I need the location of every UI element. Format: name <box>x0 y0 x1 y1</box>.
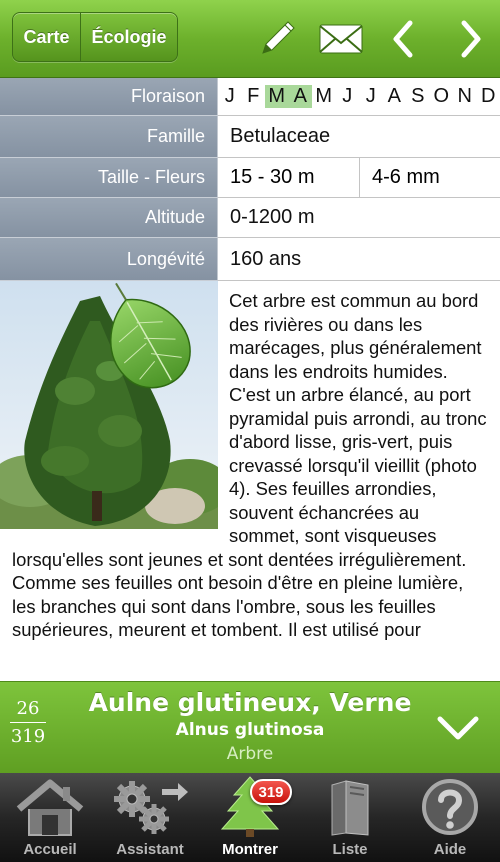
chevron-right-icon[interactable] <box>446 14 496 64</box>
species-header: 26 319 Aulne glutineux, Verne Alnus glut… <box>0 681 500 773</box>
pencil-icon[interactable] <box>252 14 302 64</box>
chevron-left-icon[interactable] <box>378 14 428 64</box>
month-8: A <box>387 85 401 107</box>
tab-accueil-label: Accueil <box>23 841 77 858</box>
month-11: N <box>457 85 472 107</box>
tab-bar: Accueil Assistant 319 Montrer Liste Aide <box>0 773 500 862</box>
tab-montrer-label: Montrer <box>222 841 278 858</box>
tab-accueil[interactable]: Accueil <box>0 773 100 862</box>
tab-aide[interactable]: Aide <box>400 773 500 862</box>
species-type: Arbre <box>226 744 274 764</box>
taille-value: 15 - 30 m <box>218 158 360 198</box>
help-icon <box>400 773 500 837</box>
species-total: 319 <box>10 726 46 747</box>
fleurs-value: 4-6 mm <box>360 158 500 198</box>
species-index: 26 <box>16 698 40 719</box>
famille-value: Betulaceae <box>218 116 500 158</box>
books-icon <box>300 773 400 837</box>
segment-carte-button[interactable]: Carte <box>13 13 81 61</box>
taille-row: Taille - Fleurs 15 - 30 m 4-6 mm <box>0 158 500 198</box>
gears-icon <box>100 773 200 837</box>
longevite-label: Longévité <box>0 238 218 281</box>
tab-aide-label: Aide <box>433 841 467 858</box>
top-toolbar: Carte Écologie <box>0 0 500 78</box>
species-counter: 26 319 <box>10 698 46 747</box>
month-10: O <box>433 85 450 107</box>
description-text: Cet arbre est commun au bord des rivière… <box>0 289 500 681</box>
floraison-label: Floraison <box>0 78 218 116</box>
species-common-name: Aulne glutineux, Verne <box>88 688 412 717</box>
floraison-row: Floraison JFMAMJJASOND <box>0 78 500 116</box>
taille-label: Taille - Fleurs <box>0 158 218 198</box>
famille-row: Famille Betulaceae <box>0 116 500 158</box>
envelope-icon[interactable] <box>316 14 366 64</box>
longevite-value: 160 ans <box>218 238 500 281</box>
tab-assistant-label: Assistant <box>116 841 184 858</box>
month-4: A <box>288 85 312 108</box>
tab-liste-label: Liste <box>332 841 368 858</box>
species-latin-name: Alnus glutinosa <box>175 720 325 740</box>
month-9: S <box>411 85 425 107</box>
tab-liste[interactable]: Liste <box>300 773 400 862</box>
view-segmented-control: Carte Écologie <box>12 12 178 62</box>
month-7: J <box>365 85 376 107</box>
altitude-value: 0-1200 m <box>218 198 500 238</box>
month-6: J <box>342 85 353 107</box>
month-12: D <box>481 85 496 107</box>
flowering-months: JFMAMJJASOND <box>218 78 500 116</box>
house-icon <box>0 773 100 837</box>
tab-assistant[interactable]: Assistant <box>100 773 200 862</box>
segment-ecologie-button[interactable]: Écologie <box>81 13 177 61</box>
altitude-label: Altitude <box>0 198 218 238</box>
month-5: M <box>315 85 333 107</box>
longevite-row: Longévité 160 ans <box>0 238 500 281</box>
month-2: F <box>247 85 260 107</box>
chevron-down-icon[interactable] <box>434 706 482 750</box>
tab-montrer[interactable]: 319 Montrer <box>200 773 300 862</box>
month-1: J <box>224 85 235 107</box>
month-3: M <box>265 85 289 108</box>
famille-label: Famille <box>0 116 218 158</box>
montrer-count-badge: 319 <box>250 779 292 805</box>
altitude-row: Altitude 0-1200 m <box>0 198 500 238</box>
